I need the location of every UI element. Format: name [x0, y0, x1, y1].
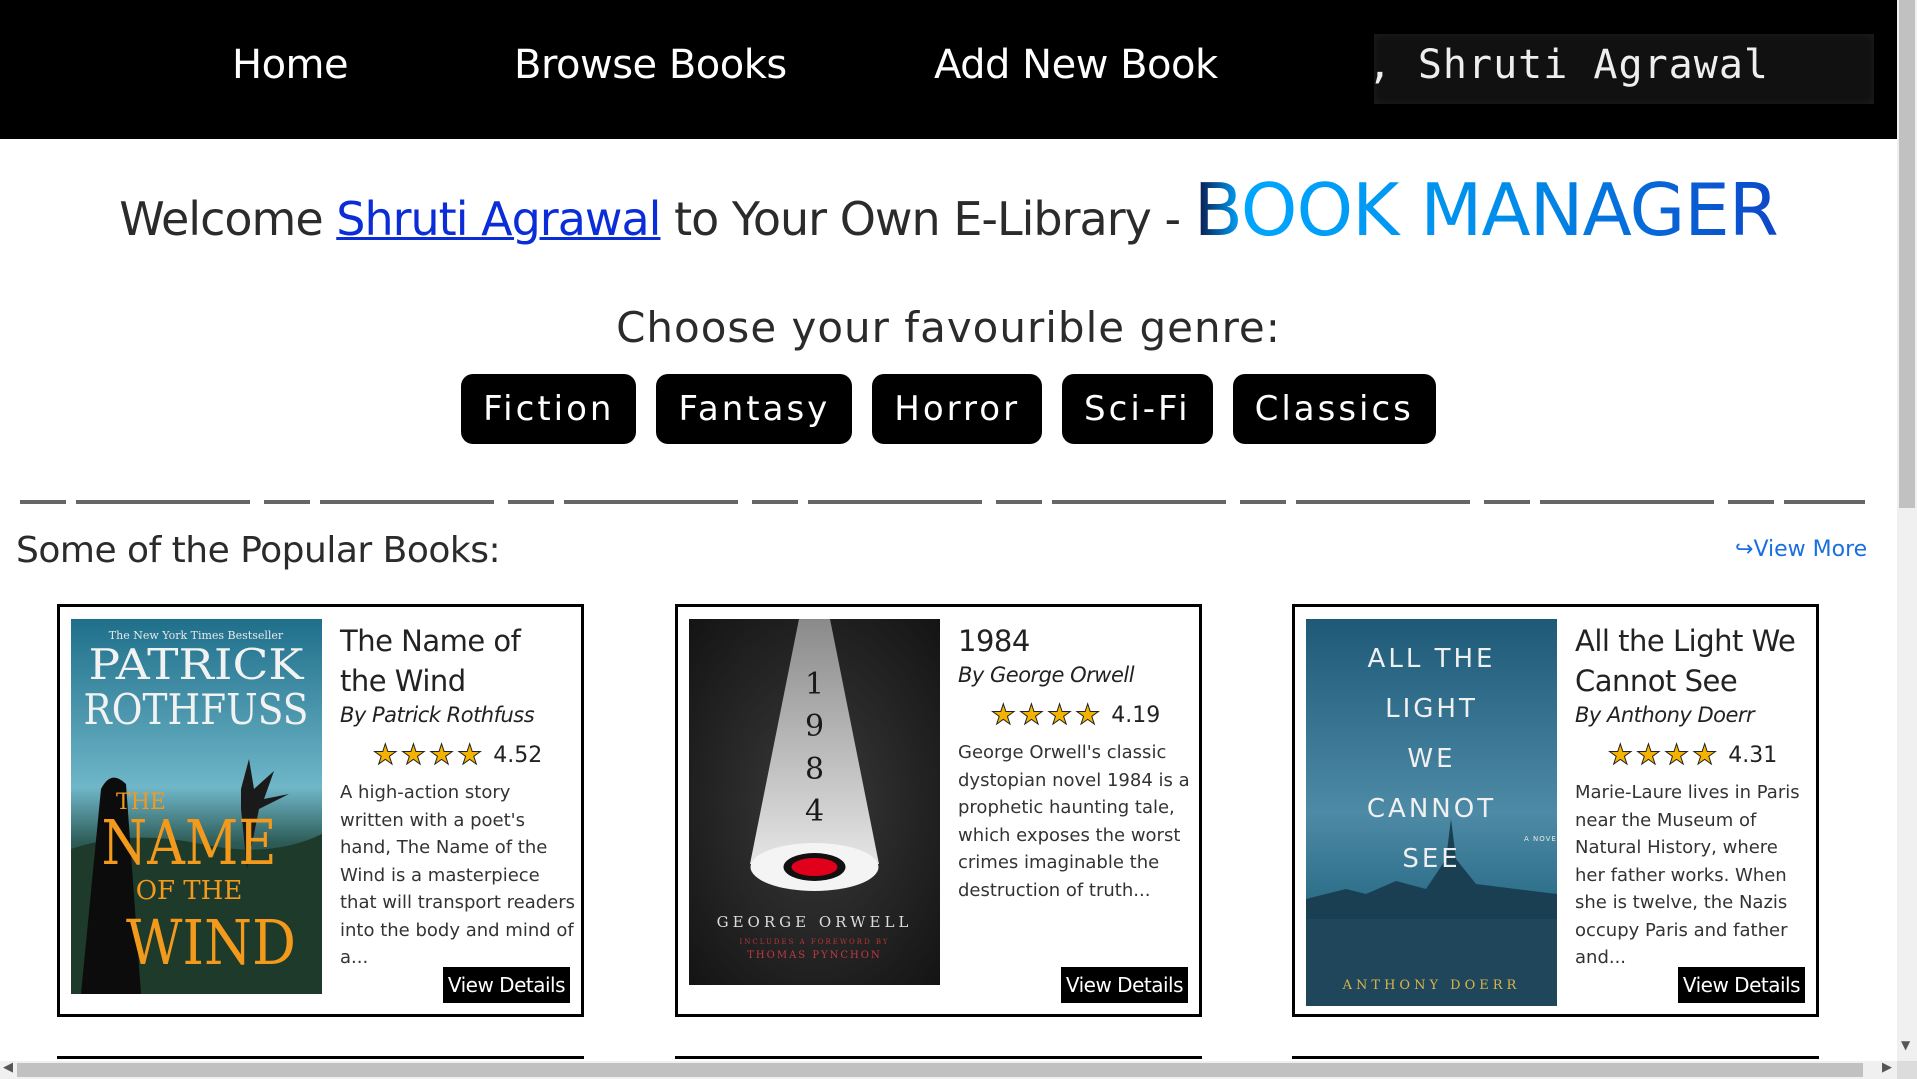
genre-button-sci-fi[interactable]: Sci-Fi	[1062, 374, 1213, 444]
next-book-card-edge	[675, 1056, 1202, 1059]
book-description: Marie-Laure lives in Paris near the Muse…	[1575, 782, 1800, 968]
book-title: The Name of the Wind	[340, 624, 521, 698]
svg-text:A NOVEL: A NOVEL	[1524, 835, 1557, 843]
star-icon: ★	[457, 738, 483, 771]
svg-text:INCLUDES A FOREWORD BY: INCLUDES A FOREWORD BY	[739, 938, 889, 946]
svg-text:WIND: WIND	[126, 906, 296, 979]
brand-title: BOOK MANAGER	[1193, 168, 1779, 252]
svg-text:4: 4	[805, 794, 824, 829]
svg-text:ALL THE: ALL THE	[1368, 644, 1496, 674]
view-details-button[interactable]: View Details	[442, 967, 570, 1003]
user-greeting-marquee: Hey, Shruti Agrawal	[1374, 34, 1874, 104]
nav-add-book-link[interactable]: Add New Book	[934, 42, 1218, 88]
view-more-label: View More	[1753, 537, 1868, 562]
nav-browse-books-link[interactable]: Browse Books	[514, 42, 787, 88]
nav-home-link[interactable]: Home	[232, 42, 349, 88]
svg-text:NAME: NAME	[102, 806, 277, 879]
top-nav: Home Browse Books Add New Book Hey, Shru…	[0, 0, 1897, 139]
book-card: 1 9 8 4 GEORGE ORWELL INCLUDES A FOREWOR…	[675, 604, 1202, 1017]
popular-books-heading: Some of the Popular Books:	[16, 530, 501, 571]
welcome-prefix: Welcome	[119, 192, 337, 246]
genre-button-group: Fiction Fantasy Horror Sci-Fi Classics	[0, 374, 1897, 444]
svg-text:8: 8	[805, 752, 824, 787]
book-cover-art: ALL THE LIGHT WE CANNOT SEE A NOVEL ANTH…	[1306, 619, 1557, 1006]
rating-row: ★ ★ ★ ★ 4.19	[958, 698, 1193, 731]
book-author: By George Orwell	[958, 663, 1135, 687]
vertical-scrollbar-thumb[interactable]	[1899, 0, 1915, 508]
dashed-divider	[20, 500, 1865, 504]
star-icon: ★	[1635, 738, 1661, 771]
svg-text:9: 9	[805, 709, 824, 744]
star-icon: ★	[990, 698, 1016, 731]
view-more-link[interactable]: ↪View More	[1735, 537, 1867, 562]
genre-button-horror[interactable]: Horror	[872, 374, 1043, 444]
book-title: 1984	[958, 624, 1030, 658]
book-author: By Anthony Doerr	[1575, 703, 1755, 727]
star-icon: ★	[400, 738, 426, 771]
svg-text:CANNOT: CANNOT	[1367, 794, 1496, 824]
rating-row: ★ ★ ★ ★ 4.31	[1575, 738, 1810, 771]
view-details-button[interactable]: View Details	[1677, 967, 1805, 1003]
view-details-button[interactable]: View Details	[1060, 967, 1188, 1003]
book-cover-art: The New York Times Bestseller PATRICK RO…	[71, 619, 322, 994]
welcome-heading: Welcome Shruti Agrawal to Your Own E-Lib…	[0, 168, 1897, 252]
svg-text:ROTHFUSS: ROTHFUSS	[84, 685, 309, 734]
book-description: George Orwell's classic dystopian novel …	[958, 742, 1190, 901]
star-icon: ★	[428, 738, 455, 771]
rating-value: 4.52	[493, 742, 543, 768]
welcome-suffix: to Your Own E-Library -	[660, 192, 1194, 246]
svg-text:WE: WE	[1407, 744, 1455, 774]
svg-text:THOMAS PYNCHON: THOMAS PYNCHON	[747, 950, 881, 961]
scroll-right-arrow-icon[interactable]: ▶	[1882, 1060, 1892, 1075]
rating-value: 4.19	[1111, 702, 1161, 728]
genre-heading: Choose your favourible genre:	[616, 303, 1281, 352]
rating-value: 4.31	[1728, 742, 1778, 768]
next-book-card-edge	[1292, 1056, 1819, 1059]
svg-text:OF THE: OF THE	[136, 876, 243, 906]
svg-text:ANTHONY DOERR: ANTHONY DOERR	[1342, 978, 1521, 993]
star-icon: ★	[1046, 698, 1073, 731]
star-icon: ★	[372, 738, 398, 771]
user-greeting-text: Hey, Shruti Agrawal	[1374, 42, 1769, 88]
book-card: The New York Times Bestseller PATRICK RO…	[57, 604, 584, 1017]
book-description: A high-action story written with a poet'…	[340, 782, 576, 968]
book-author: By Patrick Rothfuss	[340, 703, 535, 727]
redo-arrow-icon: ↪	[1735, 537, 1754, 562]
svg-text:LIGHT: LIGHT	[1385, 694, 1478, 724]
book-title: All the Light We Cannot See	[1575, 624, 1796, 698]
genre-button-classics[interactable]: Classics	[1232, 374, 1436, 444]
scroll-down-arrow-icon[interactable]: ▼	[1901, 1038, 1910, 1052]
next-book-card-edge	[57, 1056, 584, 1059]
svg-text:1: 1	[805, 667, 824, 702]
book-cover-image: ALL THE LIGHT WE CANNOT SEE A NOVEL ANTH…	[1306, 619, 1557, 1006]
book-cover-art: 1 9 8 4 GEORGE ORWELL INCLUDES A FOREWOR…	[689, 619, 940, 985]
svg-text:SEE: SEE	[1402, 844, 1460, 874]
genre-button-fantasy[interactable]: Fantasy	[656, 374, 853, 444]
star-icon: ★	[1692, 738, 1718, 771]
welcome-user-link[interactable]: Shruti Agrawal	[336, 192, 661, 246]
svg-text:PATRICK: PATRICK	[89, 640, 306, 689]
horizontal-scrollbar-thumb[interactable]	[17, 1063, 1863, 1077]
book-card: ALL THE LIGHT WE CANNOT SEE A NOVEL ANTH…	[1292, 604, 1819, 1017]
svg-text:GEORGE ORWELL: GEORGE ORWELL	[717, 913, 913, 931]
rating-row: ★ ★ ★ ★ 4.52	[340, 738, 575, 771]
scrollbar-corner	[1897, 1061, 1917, 1079]
genre-button-fiction[interactable]: Fiction	[461, 374, 637, 444]
star-icon: ★	[1018, 698, 1044, 731]
star-icon: ★	[1607, 738, 1633, 771]
scroll-left-arrow-icon[interactable]: ◀	[3, 1060, 13, 1075]
star-icon: ★	[1663, 738, 1690, 771]
star-icon: ★	[1075, 698, 1101, 731]
book-cover-image: The New York Times Bestseller PATRICK RO…	[71, 619, 322, 994]
book-cover-image: 1 9 8 4 GEORGE ORWELL INCLUDES A FOREWOR…	[689, 619, 940, 985]
